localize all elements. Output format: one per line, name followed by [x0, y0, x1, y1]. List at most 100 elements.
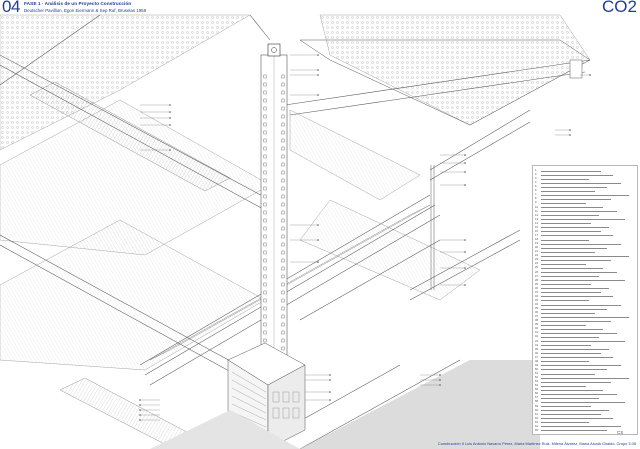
legend-item-text-line [541, 198, 611, 200]
legend-item-text-line [541, 190, 595, 192]
right-end-beam-block [569, 59, 583, 79]
leader-dot [139, 409, 141, 411]
legend-item-text-line [541, 336, 599, 338]
leader-dot [169, 124, 171, 126]
legend-item-number: 47 [535, 355, 538, 359]
legend-item-number: 56 [535, 392, 538, 396]
legend-item-number: 55 [535, 388, 538, 392]
legend-item-text-line [541, 280, 625, 281]
leader-dot [464, 184, 466, 186]
floor-slab-right [289, 109, 421, 201]
legend-item-number: 52 [535, 376, 538, 380]
legend-item-text-line [541, 223, 591, 224]
legend-item-text-line [541, 418, 613, 419]
legend-item-text-line [541, 414, 601, 415]
legend-item-number: 37 [535, 315, 538, 319]
leader-dot [329, 374, 331, 376]
leader-dot [464, 171, 466, 173]
legend-item-text-line [541, 272, 617, 273]
leader-dot [439, 379, 441, 381]
legend-item-number: 31 [535, 290, 538, 294]
leader-dot [169, 104, 171, 106]
legend-item-number: 45 [535, 347, 538, 351]
legend-item-text-line [541, 182, 621, 184]
legend-item-text-line [541, 385, 586, 387]
legend-item-number: 10 [535, 205, 538, 209]
leader-dot [464, 162, 466, 164]
legend-item-text-line [541, 207, 603, 208]
legend-item-number: 54 [535, 384, 538, 388]
legend-item-number: 49 [535, 363, 538, 367]
legend-item-number: 21 [535, 250, 538, 254]
leader-dot [464, 239, 466, 241]
leader-dot [329, 399, 331, 401]
legend-item-text-line [541, 349, 609, 350]
legend-item-number: 11 [535, 209, 538, 213]
leader-dot [317, 261, 319, 263]
legend-item-text-line [541, 288, 609, 289]
legend-item-number: 13 [535, 217, 538, 221]
leader-dot [464, 267, 466, 269]
legend-item-number: 63 [535, 420, 538, 424]
credits: Construcción II Luis Antonio Navarro Pér… [437, 441, 636, 446]
leader-dot [317, 54, 319, 56]
legend-item-text-line [541, 304, 621, 306]
legend-item-text-line [541, 235, 613, 237]
legend-item-text-line [541, 345, 591, 346]
legend-item-text-line [541, 373, 595, 375]
legend-item-number: 42 [535, 335, 538, 339]
leader-dot [569, 129, 571, 131]
leader-dot [464, 284, 466, 286]
leader-dot [317, 94, 319, 96]
sheet-subtitle: Deutscher Pavillion, Egon Eiermann & Sep… [24, 8, 147, 13]
legend-item-text-line [541, 324, 586, 326]
leader-dot [169, 117, 171, 119]
leader-dot [439, 374, 441, 376]
legend-item-text-line [541, 369, 607, 371]
legend-item-text-line [541, 377, 629, 379]
legend-item-text-line [541, 243, 621, 245]
legend-item-number: 43 [535, 339, 538, 343]
legend-item-number: 36 [535, 311, 538, 315]
legend-item-text-line [541, 406, 591, 407]
leader-dot [139, 399, 141, 401]
legend-item-number: 53 [535, 380, 538, 384]
legend-item-number: 50 [535, 367, 538, 371]
legend-item-text-line [541, 381, 611, 383]
legend-item-text-line [541, 263, 586, 265]
legend-item-text-line [541, 393, 617, 395]
legend-item-number: 33 [535, 298, 538, 302]
legend-item-number: 18 [535, 238, 538, 242]
legend-item-number: 60 [535, 408, 538, 412]
legend-item-text-line [541, 316, 629, 318]
legend-item-text-line [541, 397, 599, 399]
legend-panel: 1 2 3 4 5 6 7 8 9 10 11 12 13 14 15 16 17 18 19 20 21 22 23 24 2… [532, 165, 638, 435]
legend-item-number: 51 [535, 372, 538, 376]
legend-item-text-line [541, 251, 595, 253]
legend-item-number: 48 [535, 359, 538, 363]
legend-item-text-line [541, 276, 599, 277]
leader-dot [169, 149, 171, 151]
legend-item-text-line [541, 202, 586, 204]
legend-item-text-line [541, 219, 625, 220]
leader-dot [317, 74, 319, 76]
drawing-sheet: 04 FASE 1 · Análisis de un Proyecto Cons… [0, 0, 640, 449]
legend-item-number: 64 [535, 424, 538, 428]
legend-item-number: 6 [535, 189, 537, 193]
leader-dot [139, 414, 141, 416]
legend-item-number: 65 [535, 428, 538, 432]
legend-item-text-line [541, 341, 625, 342]
leader-dot [139, 404, 141, 406]
legend-item-text-line [541, 422, 589, 423]
leader-dot [589, 74, 591, 76]
legend-item-text-line [541, 312, 595, 314]
legend-item-text-line [541, 215, 599, 216]
legend-item-number: 41 [535, 331, 538, 335]
legend-item-number: 4 [535, 181, 537, 185]
legend-item-text-line [541, 178, 589, 180]
legend-item-number: 24 [535, 262, 538, 266]
legend-item-number: 16 [535, 229, 538, 233]
central-column [260, 43, 288, 376]
legend-item-text-line [541, 426, 621, 427]
legend-item-number: 32 [535, 294, 538, 298]
